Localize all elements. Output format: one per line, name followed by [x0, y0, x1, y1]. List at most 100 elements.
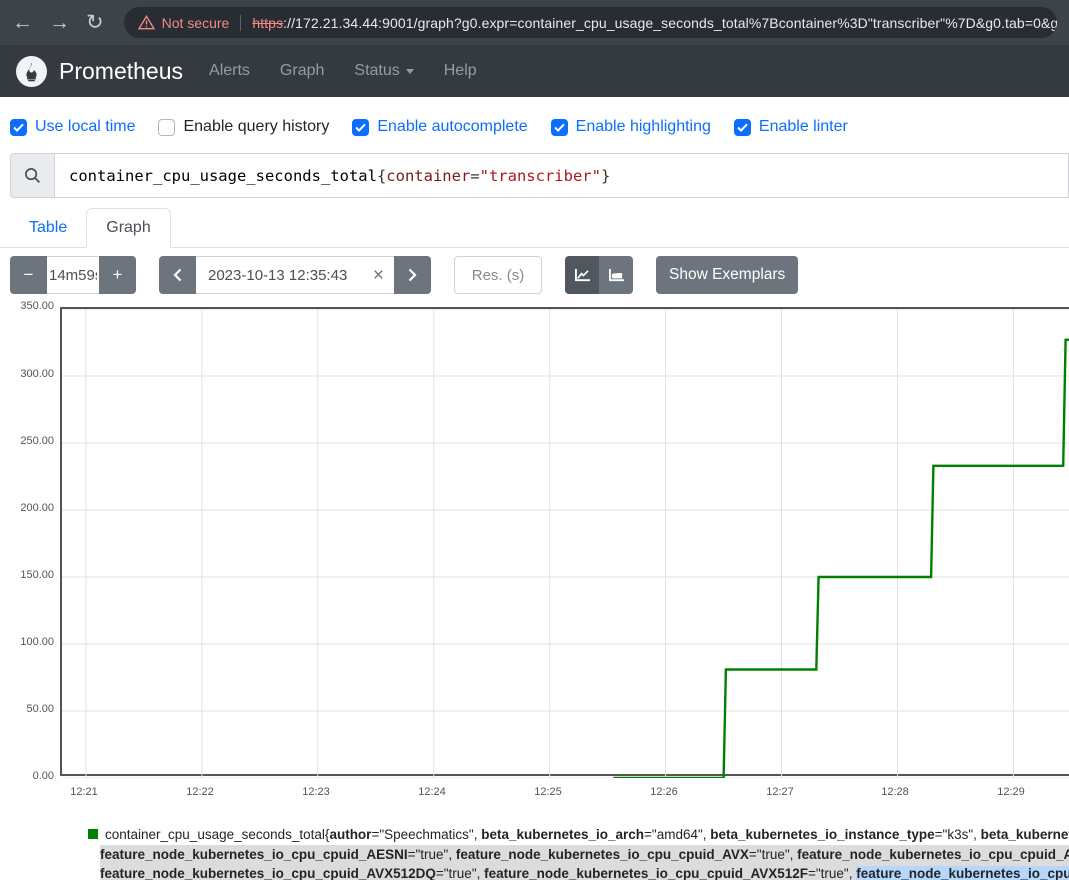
duration-stepper: − +	[10, 256, 136, 294]
checked-checkbox-icon[interactable]	[10, 119, 27, 136]
url-rest: ://172.21.34.44:9001/graph?g0.expr=conta…	[283, 15, 1057, 31]
checkbox-label: Enable autocomplete	[377, 118, 527, 136]
legend-token: ="true",	[749, 847, 797, 862]
legend-token: feature_node_kubernetes_io_cpu_cpuid_AES…	[100, 847, 408, 862]
reload-icon[interactable]: ↻	[86, 12, 104, 33]
checked-checkbox-icon[interactable]	[352, 119, 369, 136]
legend-token: container_cpu_usage_seconds_total{	[105, 827, 329, 842]
decrease-range-button[interactable]: −	[10, 256, 47, 294]
query-token-brace: {	[377, 167, 386, 185]
legend-token: ="Speechmatics",	[371, 827, 481, 842]
increase-range-button[interactable]: +	[99, 256, 136, 294]
query-token-label: container	[386, 167, 470, 185]
legend-token: beta_kubernetes_io_arch	[481, 827, 644, 842]
chevron-down-icon	[406, 69, 414, 74]
security-status[interactable]: Not secure	[162, 15, 230, 31]
graph-chart[interactable]: 0.00 50.00 100.00 150.00 200.00 250.00 300.00 3…	[0, 302, 1069, 807]
nav-item-alerts[interactable]: Alerts	[209, 62, 250, 80]
graph-controls: − + ×	[0, 248, 1069, 294]
x-axis-tick-label: 12:22	[178, 786, 222, 798]
checked-checkbox-icon[interactable]	[734, 119, 751, 136]
y-axis-tick-label: 200.00	[0, 502, 54, 515]
series-legend: container_cpu_usage_seconds_total{author…	[0, 825, 1069, 880]
legend-token: feature_node_kubernetes_io_cpu_cpuid_AVX…	[484, 866, 808, 880]
x-axis-tick-label: 12:24	[410, 786, 454, 798]
y-axis-tick-label: 150.00	[0, 569, 54, 582]
plot-area[interactable]	[60, 307, 1069, 776]
legend-line-2[interactable]: feature_node_kubernetes_io_cpu_cpuid_AES…	[100, 845, 1069, 865]
navbar-links: Alerts Graph Status Help	[209, 62, 477, 80]
legend-line-1[interactable]: container_cpu_usage_seconds_total{author…	[88, 825, 1069, 845]
checkbox-label: Enable query history	[183, 118, 329, 136]
x-axis-tick-label: 12:29	[989, 786, 1033, 798]
y-axis-tick-label: 350.00	[0, 300, 54, 313]
warning-icon	[138, 15, 155, 30]
legend-token: beta_kubernetes_io_instance_type	[710, 827, 934, 842]
clear-time-icon[interactable]: ×	[369, 266, 394, 285]
address-bar[interactable]: Not secure https://172.21.34.44:9001/gra…	[124, 7, 1057, 38]
back-icon[interactable]: ←	[12, 12, 33, 33]
x-axis-tick-label: 12:27	[758, 786, 802, 798]
checkbox-label: Enable highlighting	[576, 118, 711, 136]
legend-token: feature_node_kubernetes_io_cpu_cpuid_AVX	[456, 847, 749, 862]
series-line	[613, 340, 1069, 778]
legend-token: author	[329, 827, 371, 842]
tab-graph[interactable]: Graph	[86, 208, 170, 248]
search-icon	[10, 153, 55, 198]
chart-type-toggle	[565, 256, 633, 294]
forward-time-button[interactable]	[394, 256, 431, 294]
query-token-brace: }	[601, 167, 610, 185]
checkbox-enable-autocomplete[interactable]: Enable autocomplete	[352, 118, 527, 136]
series-color-swatch	[88, 829, 98, 839]
address-divider	[240, 15, 241, 31]
y-axis-tick-label: 100.00	[0, 636, 54, 649]
page-content: Use local time Enable query history Enable…	[0, 97, 1069, 880]
y-axis-tick-label: 0.00	[0, 770, 54, 783]
line-chart-toggle-button[interactable]	[565, 256, 599, 294]
nav-item-graph[interactable]: Graph	[280, 62, 324, 80]
back-time-button[interactable]	[159, 256, 196, 294]
tab-table[interactable]: Table	[10, 209, 86, 247]
y-axis-tick-label: 300.00	[0, 368, 54, 381]
forward-icon[interactable]: →	[49, 12, 70, 33]
brand-title[interactable]: Prometheus	[59, 58, 183, 85]
chart-canvas	[62, 309, 1069, 778]
end-time-field: ×	[196, 256, 394, 294]
legend-token: feature_node_kubernetes_io_cpu_cpuid_AVX…	[100, 866, 436, 880]
stacked-chart-toggle-button[interactable]	[599, 256, 633, 294]
query-expression-input[interactable]: container_cpu_usage_seconds_total{contai…	[55, 153, 1069, 198]
legend-line-3[interactable]: feature_node_kubernetes_io_cpu_cpuid_AVX…	[100, 864, 1069, 880]
query-input-group: container_cpu_usage_seconds_total{contai…	[10, 153, 1069, 198]
x-axis-tick-label: 12:26	[642, 786, 686, 798]
checkbox-enable-linter[interactable]: Enable linter	[734, 118, 848, 136]
y-axis-tick-label: 250.00	[0, 435, 54, 448]
checkbox-use-local-time[interactable]: Use local time	[10, 118, 135, 136]
query-token-metric: container_cpu_usage_seconds_total	[69, 167, 377, 185]
legend-token: beta_kubernetes_io_os	[981, 827, 1069, 842]
legend-token-highlighted: feature_node_kubernetes_io_cpu_cpuid_AVX…	[856, 866, 1069, 880]
x-axis-tick-label: 12:25	[526, 786, 570, 798]
y-axis-tick-label: 50.00	[0, 703, 54, 716]
panel-tabs: TableGraph	[0, 208, 1069, 248]
end-time-picker: ×	[159, 256, 431, 294]
browser-toolbar: ← → ↻ Not secure https://172.21.34.44:90…	[0, 0, 1069, 45]
checkbox-enable-query-history[interactable]: Enable query history	[158, 118, 329, 136]
x-axis-tick-label: 12:28	[873, 786, 917, 798]
x-axis-tick-label: 12:23	[294, 786, 338, 798]
nav-item-help[interactable]: Help	[444, 62, 477, 80]
checkbox-enable-highlighting[interactable]: Enable highlighting	[551, 118, 711, 136]
legend-token: ="true",	[436, 866, 484, 880]
x-axis-tick-label: 12:21	[62, 786, 106, 798]
unchecked-checkbox-icon[interactable]	[158, 119, 175, 136]
url-text[interactable]: https://172.21.34.44:9001/graph?g0.expr=…	[252, 15, 1057, 31]
prometheus-logo-icon[interactable]	[16, 56, 47, 87]
resolution-input[interactable]	[454, 256, 542, 294]
nav-item-status[interactable]: Status	[354, 62, 413, 80]
range-input[interactable]	[47, 256, 99, 294]
show-exemplars-button[interactable]: Show Exemplars	[656, 256, 798, 294]
checked-checkbox-icon[interactable]	[551, 119, 568, 136]
legend-token: ="true",	[408, 847, 456, 862]
options-row: Use local time Enable query history Enable…	[0, 114, 1069, 140]
prometheus-navbar: Prometheus Alerts Graph Status Help	[0, 45, 1069, 97]
end-time-input[interactable]	[196, 267, 369, 284]
